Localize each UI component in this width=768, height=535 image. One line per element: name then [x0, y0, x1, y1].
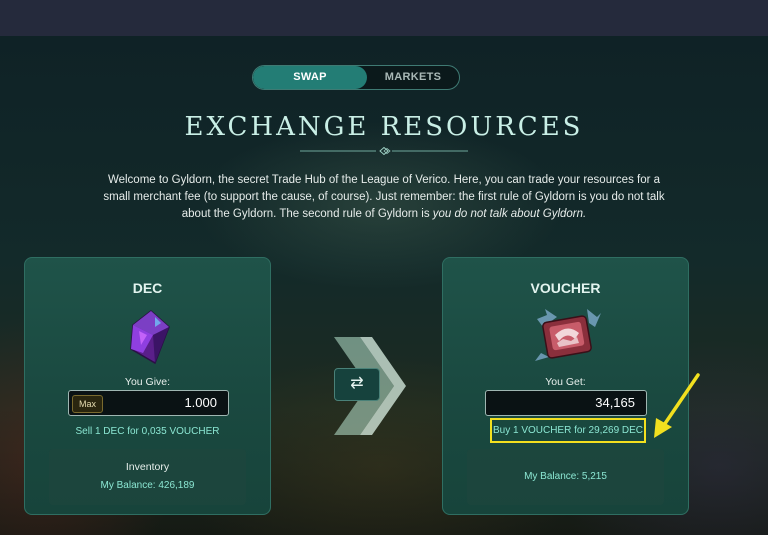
give-card: DEC You Give: Max 1.000 Sell 1 DEC for 0… [24, 257, 271, 515]
buy-rate-highlight: Buy 1 VOUCHER for 29,269 DEC [490, 418, 646, 443]
tab-swap[interactable]: SWAP [253, 66, 367, 89]
get-resource-title: VOUCHER [530, 280, 601, 296]
you-give-label: You Give: [124, 376, 171, 388]
get-amount-value: 34,165 [595, 395, 635, 410]
buy-rate-text: Buy 1 VOUCHER for 29,269 DEC [492, 425, 644, 436]
top-nav-bar [0, 0, 768, 36]
sell-rate-text: Sell 1 DEC for 0,035 VOUCHER [75, 426, 220, 437]
description-emphasis: you do not talk about Gyldorn. [432, 208, 587, 220]
get-amount-field: 34,165 [485, 390, 647, 416]
max-button[interactable]: Max [72, 395, 103, 413]
give-amount-input[interactable]: Max 1.000 [68, 390, 229, 416]
annotation-arrow-icon [654, 373, 700, 438]
give-resource-title: DEC [132, 280, 163, 296]
inventory-title: Inventory [125, 461, 170, 473]
give-balance: My Balance: 426,189 [100, 480, 195, 491]
give-amount-value: 1.000 [184, 395, 217, 410]
get-inventory-panel: My Balance: 5,215 [467, 449, 664, 505]
page-description: Welcome to Gyldorn, the secret Trade Hub… [100, 172, 668, 223]
get-balance: My Balance: 5,215 [524, 471, 607, 482]
voucher-icon [535, 309, 601, 361]
swap-arrows-icon[interactable]: ⇄ [334, 368, 380, 401]
dec-crystal-icon [130, 310, 170, 365]
swap-markets-toggle: SWAP MARKETS [252, 65, 460, 90]
page-title: EXCHANGE RESOURCES [184, 112, 584, 142]
title-divider [300, 147, 468, 155]
tab-markets[interactable]: MARKETS [367, 66, 459, 89]
give-inventory-panel: Inventory My Balance: 426,189 [49, 449, 246, 505]
